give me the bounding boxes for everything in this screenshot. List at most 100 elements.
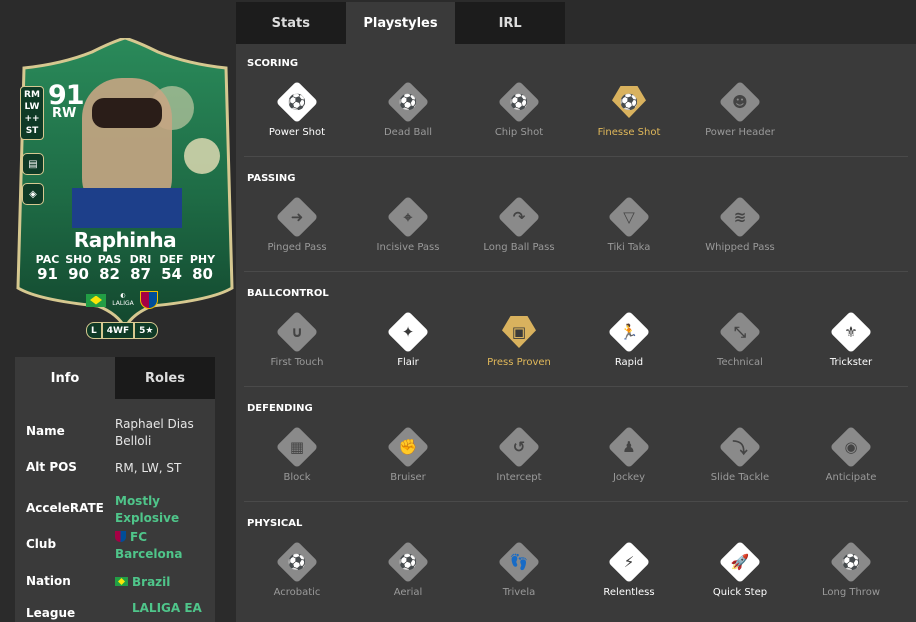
playstyle-flair[interactable]: ✦ Flair <box>353 310 463 368</box>
section-divider <box>244 386 908 387</box>
alt-position-plus: ++ <box>24 114 40 124</box>
dead-ball-icon: ⚽ <box>386 80 430 124</box>
trait-weak-foot: 4WF <box>101 322 135 339</box>
playstyle-tiki-taka[interactable]: ▽ Tiki Taka <box>574 195 684 253</box>
playstyle-label: Flair <box>397 357 419 368</box>
technical-icon: ⤡ <box>718 310 762 354</box>
league-link[interactable]: LALIGA EA <box>115 600 202 620</box>
info-row-name: Name Raphael Dias Belloli <box>26 417 194 448</box>
playstyle-label: Technical <box>717 357 763 368</box>
trivela-icon: 👣 <box>497 540 541 584</box>
playstyle-rapid[interactable]: 🏃 Rapid <box>574 310 684 368</box>
alt-positions-box: RM LW ++ ST <box>20 86 44 140</box>
playstyle-press-proven[interactable]: ▣ Press Proven <box>464 310 574 368</box>
playstyle-label: Block <box>283 472 311 483</box>
playstyle-label: Long Ball Pass <box>483 242 555 253</box>
anticipate-icon: ◉ <box>829 425 873 469</box>
stat-sho: SHO 90 <box>65 253 92 283</box>
playstyle-jockey[interactable]: ♟ Jockey <box>574 425 684 483</box>
player-name: Raphinha <box>73 228 177 252</box>
playstyle-label: Acrobatic <box>273 587 321 598</box>
card-flags: ◐ LALIGA <box>86 291 158 309</box>
tab-playstyles[interactable]: Playstyles <box>345 2 456 44</box>
chat-icon: ▤ <box>22 153 44 175</box>
trait-foot: L <box>86 322 102 339</box>
info-tabs: Info Roles <box>15 357 215 399</box>
playstyle-power-header[interactable]: ☻ Power Header <box>685 80 795 138</box>
playstyle-plus-icon: ◈ <box>22 183 44 205</box>
playstyle-trickster[interactable]: ⚜ Trickster <box>796 310 906 368</box>
playstyle-long-throw[interactable]: ⚽ Long Throw <box>796 540 906 598</box>
playstyle-label: Trickster <box>829 357 873 368</box>
playstyle-label: Intercept <box>496 472 542 483</box>
info-row-league: League LALIGA EA <box>26 600 202 620</box>
playstyle-acrobatic[interactable]: ⚽ Acrobatic <box>242 540 352 598</box>
section-title: PHYSICAL <box>247 518 303 529</box>
long-throw-icon: ⚽ <box>829 540 873 584</box>
playstyle-first-touch[interactable]: ∪ First Touch <box>242 310 352 368</box>
card-stats: PAC 91 SHO 90 PAS 82 DRI 87 DEF 54 PHY 80 <box>32 253 218 282</box>
tab-roles[interactable]: Roles <box>115 357 215 399</box>
app-root: 91 RW RM LW ++ ST ▤ ◈ Raphinha PAC 91 SHO… <box>0 0 916 622</box>
playstyle-incisive-pass[interactable]: ⌖ Incisive Pass <box>353 195 463 253</box>
main-position: RW <box>52 106 77 121</box>
info-row-alt-pos: Alt POS RM, LW, ST <box>26 460 182 475</box>
playstyle-relentless[interactable]: ⚡ Relentless <box>574 540 684 598</box>
playstyle-quick-step[interactable]: 🚀 Quick Step <box>685 540 795 598</box>
nation-link[interactable]: Brazil <box>132 575 170 589</box>
tiki-taka-icon: ▽ <box>607 195 651 239</box>
playstyle-aerial[interactable]: ⚽ Aerial <box>353 540 463 598</box>
alt-position: RM <box>24 90 40 100</box>
power-header-icon: ☻ <box>718 80 762 124</box>
bruiser-icon: ✊ <box>386 425 430 469</box>
playstyle-intercept[interactable]: ↺ Intercept <box>464 425 574 483</box>
aerial-icon: ⚽ <box>386 540 430 584</box>
playstyle-technical[interactable]: ⤡ Technical <box>685 310 795 368</box>
playstyle-trivela[interactable]: 👣 Trivela <box>464 540 574 598</box>
playstyle-label: Power Header <box>705 127 775 138</box>
stat-pac: PAC 91 <box>35 253 60 283</box>
playstyle-label: Pinged Pass <box>267 242 327 253</box>
playstyle-label: Dead Ball <box>383 127 433 138</box>
playstyle-label: Aerial <box>393 587 423 598</box>
playstyle-label: Press Proven <box>487 357 551 368</box>
brazil-flag-icon <box>86 293 106 307</box>
section-title: DEFENDING <box>247 403 313 414</box>
playstyle-dead-ball[interactable]: ⚽ Dead Ball <box>353 80 463 138</box>
slide-tackle-icon: ⤵ <box>718 425 762 469</box>
finesse-shot-icon: ⚽ <box>607 80 651 124</box>
block-icon: ▦ <box>275 425 319 469</box>
playstyle-label: Bruiser <box>390 472 426 483</box>
tab-info[interactable]: Info <box>15 357 115 399</box>
first-touch-icon: ∪ <box>275 310 319 354</box>
playstyle-bruiser[interactable]: ✊ Bruiser <box>353 425 463 483</box>
intercept-icon: ↺ <box>497 425 541 469</box>
player-card: 91 RW RM LW ++ ST ▤ ◈ Raphinha PAC 91 SHO… <box>12 38 238 340</box>
playstyle-power-shot[interactable]: ⚽ Power Shot <box>242 80 352 138</box>
playstyle-long-ball-pass[interactable]: ↷ Long Ball Pass <box>464 195 574 253</box>
playstyle-finesse-shot[interactable]: ⚽ Finesse Shot <box>574 80 684 138</box>
jockey-icon: ♟ <box>607 425 651 469</box>
playstyle-block[interactable]: ▦ Block <box>242 425 352 483</box>
tab-stats[interactable]: Stats <box>236 2 346 44</box>
section-divider <box>244 271 908 272</box>
stat-def: DEF 54 <box>159 253 184 283</box>
playstyle-anticipate[interactable]: ◉ Anticipate <box>796 425 906 483</box>
playstyle-label: Relentless <box>603 587 655 598</box>
playstyle-chip-shot[interactable]: ⚽ Chip Shot <box>464 80 574 138</box>
playstyle-whipped-pass[interactable]: ≋ Whipped Pass <box>685 195 795 253</box>
playstyle-label: Incisive Pass <box>376 242 440 253</box>
nation-flag-icon <box>115 577 128 586</box>
playstyle-label: Finesse Shot <box>597 127 661 138</box>
playstyle-label: Power Shot <box>268 127 326 138</box>
playstyle-pinged-pass[interactable]: ➜ Pinged Pass <box>242 195 352 253</box>
section-divider <box>244 156 908 157</box>
pinged-pass-icon: ➜ <box>275 195 319 239</box>
playstyle-slide-tackle[interactable]: ⤵ Slide Tackle <box>685 425 795 483</box>
club-crest-icon <box>115 531 126 542</box>
tab-irl[interactable]: IRL <box>455 2 565 44</box>
flair-icon: ✦ <box>386 310 430 354</box>
trait-skill-moves: 5★ <box>134 322 159 339</box>
quick-step-icon: 🚀 <box>718 540 762 584</box>
alt-position: LW <box>24 102 40 112</box>
